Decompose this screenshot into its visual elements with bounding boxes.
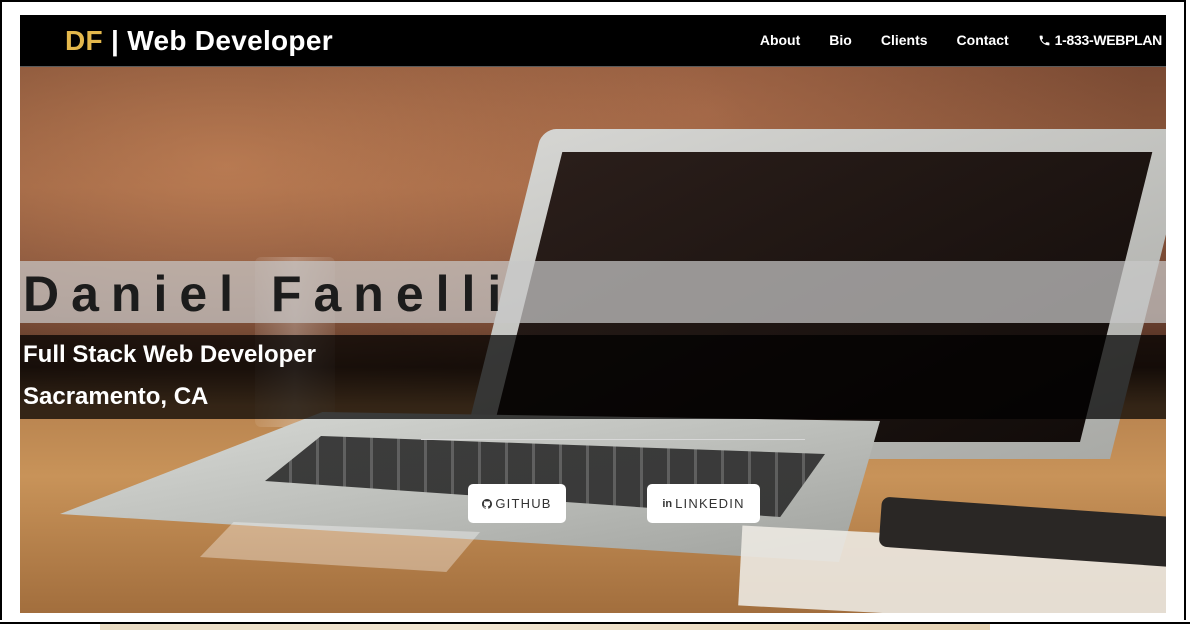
github-button[interactable]: GITHUB xyxy=(468,484,566,523)
hero-name: Daniel Fanelli xyxy=(23,266,514,322)
linkedin-icon: in xyxy=(662,497,673,510)
nav-link-clients[interactable]: Clients xyxy=(881,32,928,48)
nav-links: About Bio Clients Contact 1-833-WEBPLAN xyxy=(731,32,1162,48)
hero-role: Full Stack Web Developer xyxy=(23,341,316,368)
website-viewport: DF | Web Developer About Bio Clients Con… xyxy=(20,15,1166,613)
nav-link-contact[interactable]: Contact xyxy=(957,32,1009,48)
brand-logo[interactable]: DF | Web Developer xyxy=(65,25,333,57)
hero-location: Sacramento, CA xyxy=(23,383,209,410)
phone-number: 1-833-WEBPLAN xyxy=(1054,32,1163,48)
nav-phone-link[interactable]: 1-833-WEBPLAN xyxy=(1038,32,1162,48)
linkedin-button[interactable]: in LINKEDIN xyxy=(647,484,760,523)
hero-divider xyxy=(421,439,805,440)
hero-section: Daniel Fanelli Full Stack Web Developer … xyxy=(20,67,1166,613)
page-below-strip xyxy=(100,624,990,630)
navbar: DF | Web Developer About Bio Clients Con… xyxy=(20,15,1166,67)
github-label: GITHUB xyxy=(495,496,552,511)
nav-link-about[interactable]: About xyxy=(760,32,800,48)
brand-initials: DF xyxy=(65,25,103,56)
github-icon xyxy=(482,498,493,509)
phone-icon xyxy=(1039,35,1050,45)
nav-link-bio[interactable]: Bio xyxy=(829,32,852,48)
linkedin-label: LINKEDIN xyxy=(675,496,745,511)
brand-title: | Web Developer xyxy=(102,25,333,56)
